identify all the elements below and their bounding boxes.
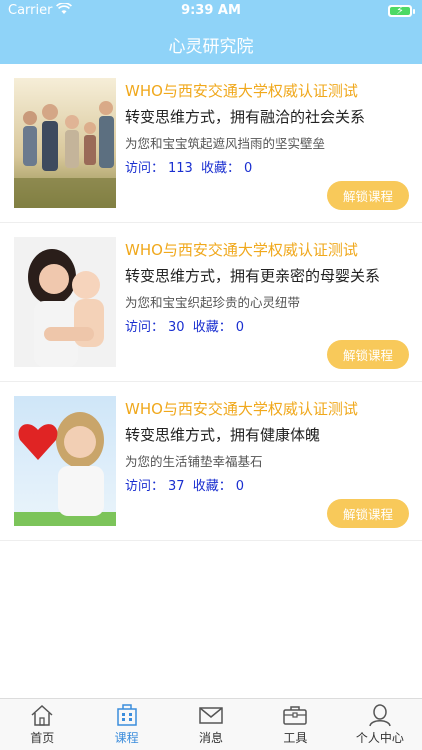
tab-tools-label: 工具 (283, 731, 308, 745)
course-image-family (14, 78, 116, 208)
course-description: 为您和宝宝筑起遮风挡雨的坚实壁垒 (125, 136, 326, 151)
favorites-label: 收藏： (200, 161, 240, 176)
tab-profile-label: 个人中心 (355, 731, 404, 745)
favorites-count: 0 (244, 161, 253, 176)
unlock-course-button[interactable]: 解锁课程 (327, 181, 409, 210)
course-stats: 访问： 113 收藏： 0 (125, 157, 256, 176)
tab-home[interactable]: 首页 (0, 699, 84, 750)
course-image-woman-heart (14, 396, 116, 526)
course-item[interactable]: WHO与西安交通大学权威认证测试 转变思维方式，拥有健康体魄 为您的生活铺垫幸福… (0, 382, 422, 541)
mail-icon (199, 707, 223, 724)
course-title: WHO与西安交通大学权威认证测试 (125, 400, 358, 418)
visits-label: 访问： (125, 161, 165, 176)
tab-messages-label: 消息 (199, 731, 224, 745)
course-description: 为您和宝宝织起珍贵的心灵纽带 (125, 295, 301, 310)
tab-tools[interactable]: 工具 (253, 699, 337, 750)
visits-label: 访问： (125, 479, 165, 494)
favorites-count: 0 (235, 479, 244, 494)
course-item[interactable]: WHO与西安交通大学权威认证测试 转变思维方式，拥有更亲密的母婴关系 为您和宝宝… (0, 223, 422, 382)
visits-label: 访问： (125, 320, 165, 335)
tab-profile[interactable]: 个人中心 (338, 699, 422, 750)
course-title: WHO与西安交通大学权威认证测试 (125, 241, 358, 259)
unlock-course-button[interactable]: 解锁课程 (327, 340, 409, 369)
page-title: 心灵研究院 (168, 37, 254, 57)
visits-count: 37 (168, 479, 185, 494)
status-bar: Carrier 9:39 AM ⚡ (0, 0, 422, 22)
course-stats: 访问： 37 收藏： 0 (125, 475, 248, 494)
favorites-count: 0 (235, 320, 244, 335)
favorites-label: 收藏： (192, 479, 232, 494)
unlock-course-button[interactable]: 解锁课程 (327, 499, 409, 528)
tab-bar: 首页 课程 消息 工具 个人中心 (0, 698, 422, 750)
course-image-mother-baby (14, 237, 116, 367)
course-subtitle: 转变思维方式，拥有更亲密的母婴关系 (125, 267, 381, 285)
toolbox-icon (283, 706, 308, 725)
visits-count: 30 (168, 320, 185, 335)
battery-icon: ⚡ (388, 4, 415, 17)
tab-courses[interactable]: 课程 (84, 699, 168, 750)
course-subtitle: 转变思维方式，拥有健康体魄 (125, 426, 321, 444)
course-subtitle: 转变思维方式，拥有融洽的社会关系 (125, 108, 366, 126)
visits-count: 113 (168, 161, 193, 176)
user-icon (369, 704, 391, 727)
tab-courses-label: 课程 (114, 731, 139, 745)
course-item[interactable]: WHO与西安交通大学权威认证测试 转变思维方式，拥有融洽的社会关系 为您和宝宝筑… (0, 64, 422, 223)
favorites-label: 收藏： (192, 320, 232, 335)
course-stats: 访问： 30 收藏： 0 (125, 316, 248, 335)
tab-messages[interactable]: 消息 (169, 699, 253, 750)
tab-home-label: 首页 (30, 731, 55, 745)
home-icon (31, 704, 53, 726)
course-description: 为您的生活铺垫幸福基石 (125, 454, 263, 469)
status-time: 9:39 AM (181, 3, 241, 18)
building-icon (116, 704, 137, 726)
top-bar: Carrier 9:39 AM ⚡ 心灵研究院 (0, 0, 422, 64)
course-title: WHO与西安交通大学权威认证测试 (125, 82, 358, 100)
course-list: WHO与西安交通大学权威认证测试 转变思维方式，拥有融洽的社会关系 为您和宝宝筑… (0, 64, 422, 541)
